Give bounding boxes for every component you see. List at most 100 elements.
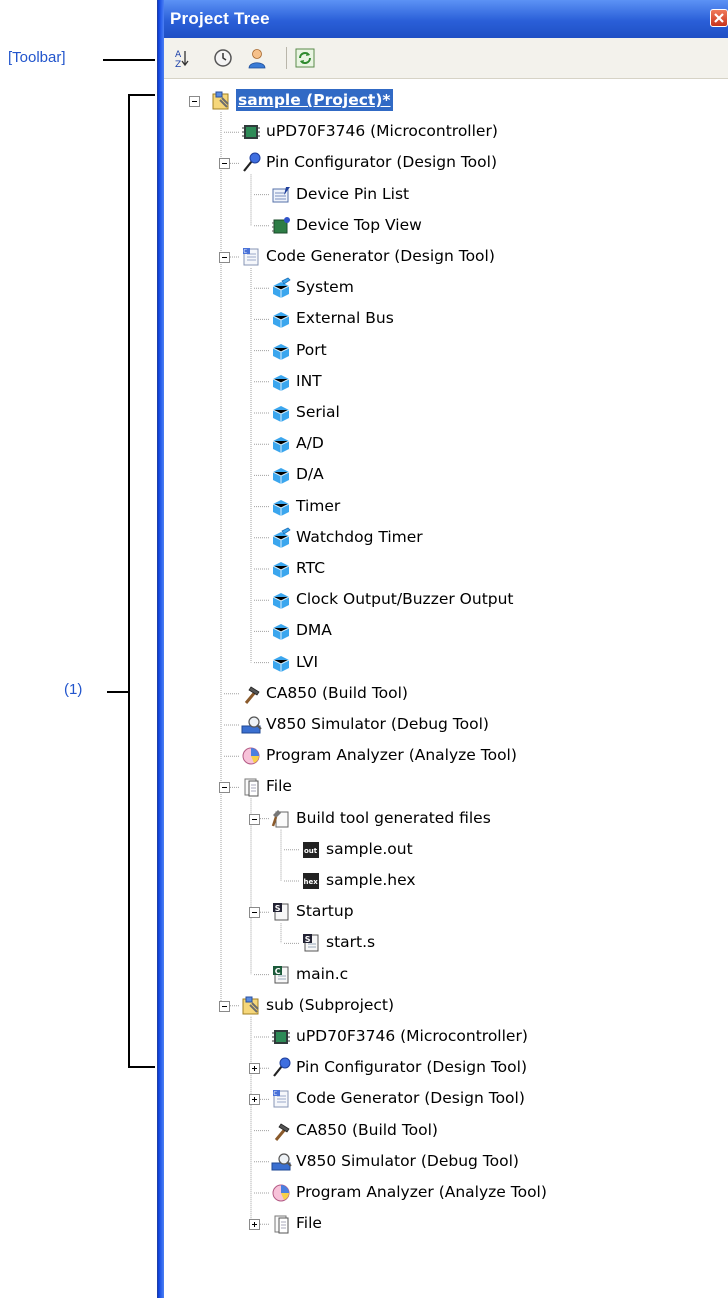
tree-item-label: V850 Simulator (Debug Tool) <box>266 715 489 733</box>
tree-item[interactable]: V850 Simulator (Debug Tool) <box>164 714 728 736</box>
tree-item[interactable]: out sample.out <box>164 839 728 861</box>
tree-bracket-top <box>128 94 155 96</box>
tree-item-label: Device Pin List <box>296 184 410 203</box>
tree-item-label: Timer <box>296 496 341 515</box>
tree-item[interactable]: Timer <box>164 496 728 518</box>
tree-item-label: Watchdog Timer <box>296 527 423 546</box>
tree-item[interactable]: External Bus <box>164 308 728 330</box>
tree-item-label: sample.hex <box>326 871 416 889</box>
tree-item[interactable]: File <box>164 1213 728 1235</box>
code-generator-icon: C <box>240 246 262 268</box>
module-icon <box>270 558 292 580</box>
startup-icon: S <box>270 901 292 923</box>
tree-item-label: Build tool generated files <box>296 808 491 827</box>
tree-item-label: Pin Configurator (Design Tool) <box>296 1058 527 1077</box>
hammer-icon <box>270 1120 292 1142</box>
module-icon <box>270 371 292 393</box>
tree-item[interactable]: CA850 (Build Tool) <box>164 683 728 705</box>
tree-item[interactable]: sub (Subproject) <box>164 995 728 1017</box>
tree-item[interactable]: Program Analyzer (Analyze Tool) <box>164 1182 728 1204</box>
collapse-toggle-icon[interactable] <box>249 813 260 825</box>
svg-text:A: A <box>175 50 182 60</box>
tree-item[interactable]: Device Pin List <box>164 184 728 206</box>
debug-icon <box>240 714 262 736</box>
out-file-icon: out <box>300 839 322 861</box>
tree-item[interactable]: C Code Generator (Design Tool) <box>164 246 728 268</box>
tree-item[interactable]: D/A <box>164 464 728 486</box>
file-icon <box>240 776 262 798</box>
tree-bracket-vertical <box>128 94 130 1068</box>
tree-item[interactable]: System <box>164 277 728 299</box>
tree-item-label: Code Generator (Design Tool) <box>296 1089 525 1108</box>
tree-item-label: sample (Project)* <box>236 89 393 111</box>
collapse-toggle-icon[interactable] <box>219 1000 230 1012</box>
svg-text:S: S <box>305 935 311 944</box>
collapse-toggle-icon[interactable] <box>219 158 230 170</box>
tree-item[interactable]: Build tool generated files <box>164 808 728 830</box>
project-tree[interactable]: sample (Project)* uPD70F3746 (Microcontro… <box>164 79 728 1298</box>
module-icon <box>270 620 292 642</box>
module-icon <box>270 496 292 518</box>
tree-item[interactable]: CA850 (Build Tool) <box>164 1120 728 1142</box>
tree-item[interactable]: Clock Output/Buzzer Output <box>164 589 728 611</box>
expand-toggle-icon[interactable] <box>249 1094 260 1106</box>
tree-item[interactable]: Pin Configurator (Design Tool) <box>164 1057 728 1079</box>
sort-button[interactable]: A Z <box>170 47 192 70</box>
expand-toggle-icon[interactable] <box>249 1219 260 1231</box>
tree-item-label: CA850 (Build Tool) <box>296 1120 438 1139</box>
collapse-toggle-icon[interactable] <box>189 96 200 107</box>
svg-text:hex: hex <box>304 878 319 886</box>
tree-item[interactable]: DMA <box>164 620 728 642</box>
pin-icon <box>270 1057 292 1079</box>
tree-item-label: sample.out <box>326 839 413 858</box>
tree-item[interactable]: Pin Configurator (Design Tool) <box>164 152 728 174</box>
refresh-icon <box>295 48 315 68</box>
tree-item[interactable]: uPD70F3746 (Microcontroller) <box>164 121 728 143</box>
tree-item[interactable]: S Startup <box>164 901 728 923</box>
user-button[interactable] <box>246 47 268 69</box>
tree-item[interactable]: Port <box>164 340 728 362</box>
tree-item[interactable]: Serial <box>164 402 728 424</box>
collapse-toggle-icon[interactable] <box>219 782 230 794</box>
tree-item[interactable]: Cmain.c <box>164 964 728 986</box>
code-generator-icon: C <box>270 1088 292 1110</box>
expand-toggle-icon[interactable] <box>249 1063 260 1075</box>
collapse-toggle-icon[interactable] <box>249 907 260 919</box>
tree-item[interactable]: Watchdog Timer <box>164 527 728 549</box>
module-icon <box>270 464 292 486</box>
panel-title: Project Tree <box>170 9 270 28</box>
tree-callout-label: (1) <box>64 681 83 698</box>
svg-text:out: out <box>304 847 318 855</box>
tree-item[interactable]: RTC <box>164 558 728 580</box>
tree-item-label: main.c <box>296 964 349 983</box>
tree-item[interactable]: V850 Simulator (Debug Tool) <box>164 1151 728 1173</box>
tree-item-label: RTC <box>296 559 326 577</box>
tree-item[interactable]: A/D <box>164 433 728 455</box>
project-icon <box>240 995 262 1017</box>
tree-item-label: D/A <box>296 465 324 484</box>
tree-item[interactable]: C Code Generator (Design Tool) <box>164 1088 728 1110</box>
tree-item[interactable]: sample (Project)* <box>164 89 728 112</box>
tree-item[interactable]: hex sample.hex <box>164 870 728 892</box>
tree-item-label: LVI <box>296 652 319 671</box>
tree-item[interactable]: Device Top View <box>164 215 728 237</box>
tree-item[interactable]: uPD70F3746 (Microcontroller) <box>164 1026 728 1048</box>
tree-item-label: CA850 (Build Tool) <box>266 683 408 702</box>
tree-item[interactable]: LVI <box>164 652 728 674</box>
close-icon <box>714 13 724 23</box>
tree-item[interactable]: Sstart.s <box>164 932 728 954</box>
hex-file-icon: hex <box>300 870 322 892</box>
history-button[interactable] <box>212 47 234 69</box>
tree-item-label: File <box>296 1214 322 1233</box>
tree-item-label: uPD70F3746 (Microcontroller) <box>266 122 498 141</box>
file-icon <box>270 1213 292 1235</box>
tree-item[interactable]: INT <box>164 371 728 393</box>
tree-item[interactable]: File <box>164 776 728 798</box>
pin-list-icon <box>270 184 292 206</box>
chip-icon <box>240 121 262 143</box>
refresh-button[interactable] <box>294 47 316 69</box>
collapse-toggle-icon[interactable] <box>219 252 230 263</box>
module-icon <box>270 652 292 674</box>
close-button[interactable] <box>710 9 728 27</box>
tree-item[interactable]: Program Analyzer (Analyze Tool) <box>164 745 728 767</box>
